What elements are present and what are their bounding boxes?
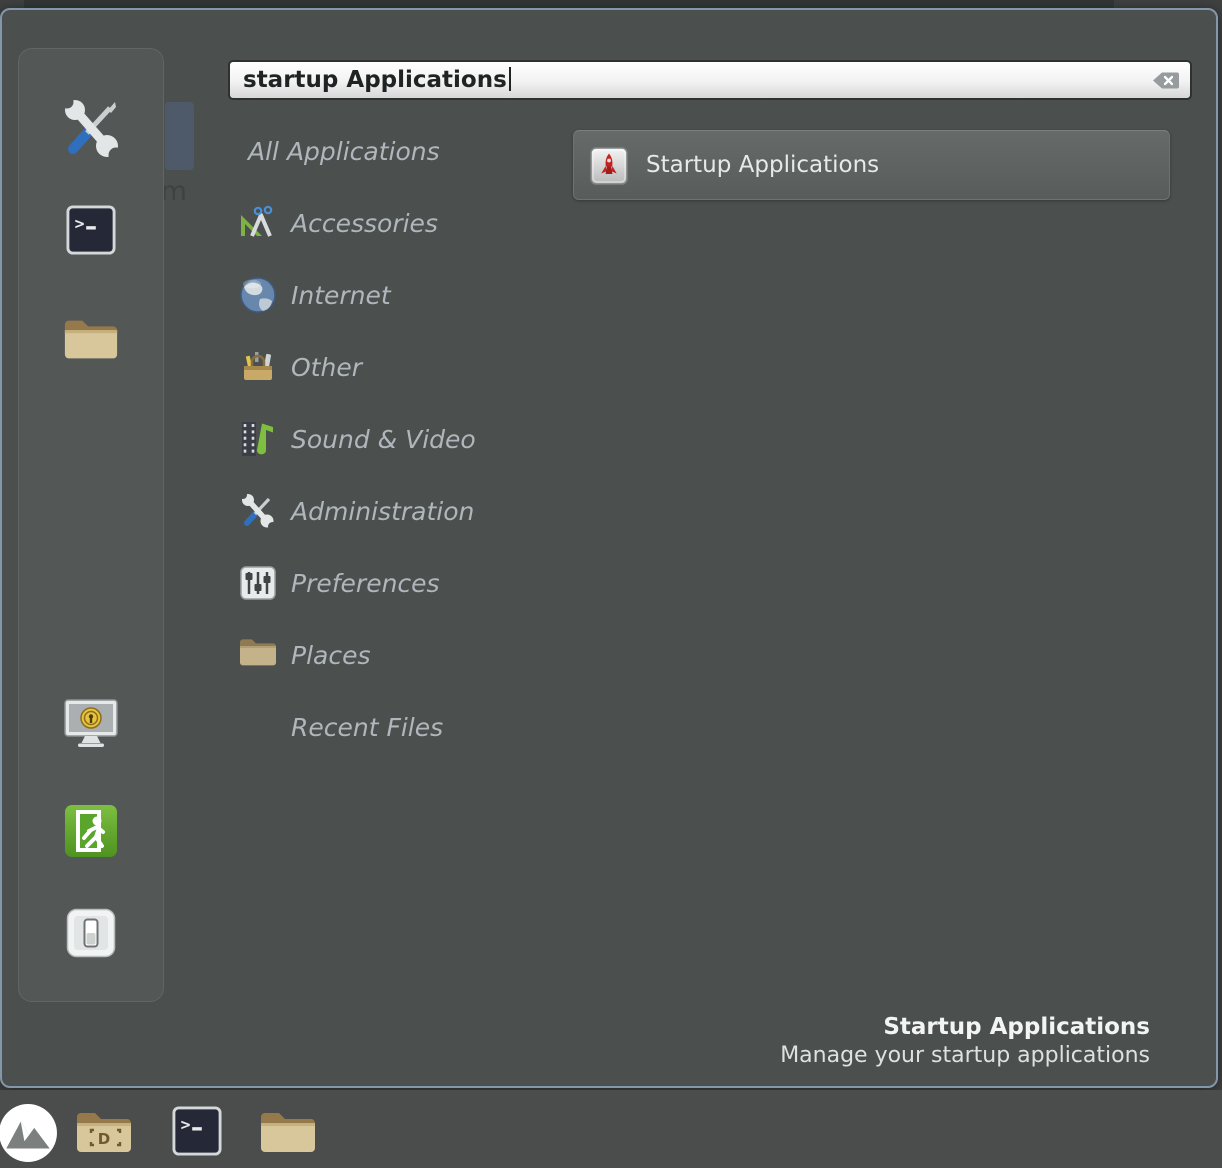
menu-button[interactable] (0, 1103, 58, 1163)
search-input[interactable]: startup Applications (228, 60, 1192, 100)
category-label: Recent Files (291, 713, 443, 742)
folder-icon (258, 1144, 318, 1159)
category-item-preferences[interactable]: Preferences (238, 547, 568, 619)
filmstrip-note-icon (238, 419, 278, 459)
category-label: All Applications (248, 137, 440, 166)
lock-screen-button[interactable] (62, 697, 120, 749)
category-item-places[interactable]: Places (238, 619, 568, 691)
shut-down-button[interactable] (66, 908, 116, 958)
search-result-startup-applications[interactable]: Startup Applications (573, 130, 1170, 200)
selection-description: Manage your startup applications (780, 1041, 1150, 1071)
svg-text:>: > (181, 1115, 191, 1134)
globe-icon (238, 275, 278, 315)
selection-info: Startup Applications Manage your startup… (780, 1013, 1150, 1071)
system-settings-button[interactable] (59, 96, 123, 160)
svg-text:D: D (98, 1130, 110, 1148)
text-caret (509, 67, 511, 91)
clear-search-button[interactable] (1152, 71, 1180, 90)
category-item-accessories[interactable]: Accessories (238, 187, 568, 259)
accessories-icon (238, 203, 278, 243)
wrench-screwdriver-icon (59, 96, 123, 160)
folder-d-icon: D (74, 1144, 134, 1159)
selection-title: Startup Applications (780, 1013, 1150, 1041)
category-label: Places (291, 641, 371, 670)
category-label: Internet (291, 281, 391, 310)
category-list: All Applications Accessories (238, 115, 568, 763)
desktop: Zoom (0, 0, 1222, 1168)
desktop-folder-button[interactable]: D (74, 1108, 134, 1156)
terminal-button[interactable]: > (66, 205, 116, 255)
category-label: Accessories (291, 209, 438, 238)
result-label: Startup Applications (646, 131, 879, 199)
startup-applications-icon (590, 147, 628, 185)
background-zoom-icon (165, 102, 194, 170)
category-item-recent-files[interactable]: Recent Files (238, 691, 568, 763)
monitor-lock-icon (62, 697, 120, 749)
category-item-internet[interactable]: Internet (238, 259, 568, 331)
terminal-icon: > (66, 205, 116, 255)
category-item-administration[interactable]: Administration (238, 475, 568, 547)
wrench-screwdriver-icon (238, 491, 278, 531)
mint-mountain-circle-icon (0, 1151, 58, 1166)
category-item-other[interactable]: Other (238, 331, 568, 403)
category-label: Other (291, 353, 362, 382)
folder-icon (62, 315, 120, 363)
bottom-panel: D > (0, 1090, 1222, 1168)
exit-door-icon (64, 804, 118, 858)
sliders-icon (238, 563, 278, 603)
files-button[interactable] (62, 315, 120, 363)
favorites-sidebar: > (18, 48, 164, 1002)
category-item-all-applications[interactable]: All Applications (238, 115, 568, 187)
search-value: startup Applications (243, 67, 507, 93)
terminal-button[interactable]: > (172, 1106, 222, 1156)
mint-menu-popup: Zoom (0, 8, 1218, 1088)
files-button[interactable] (258, 1108, 318, 1156)
search-text: startup Applications (243, 62, 511, 99)
toolbox-icon (238, 347, 278, 387)
category-item-sound-video[interactable]: Sound & Video (238, 403, 568, 475)
power-switch-icon (66, 908, 116, 958)
backspace-clear-icon (1152, 78, 1180, 93)
svg-text:>: > (75, 214, 85, 233)
folder-icon (238, 635, 278, 675)
category-label: Administration (291, 497, 474, 526)
log-out-button[interactable] (64, 804, 118, 858)
category-label: Sound & Video (291, 425, 476, 454)
terminal-icon: > (172, 1144, 222, 1159)
category-label: Preferences (291, 569, 440, 598)
